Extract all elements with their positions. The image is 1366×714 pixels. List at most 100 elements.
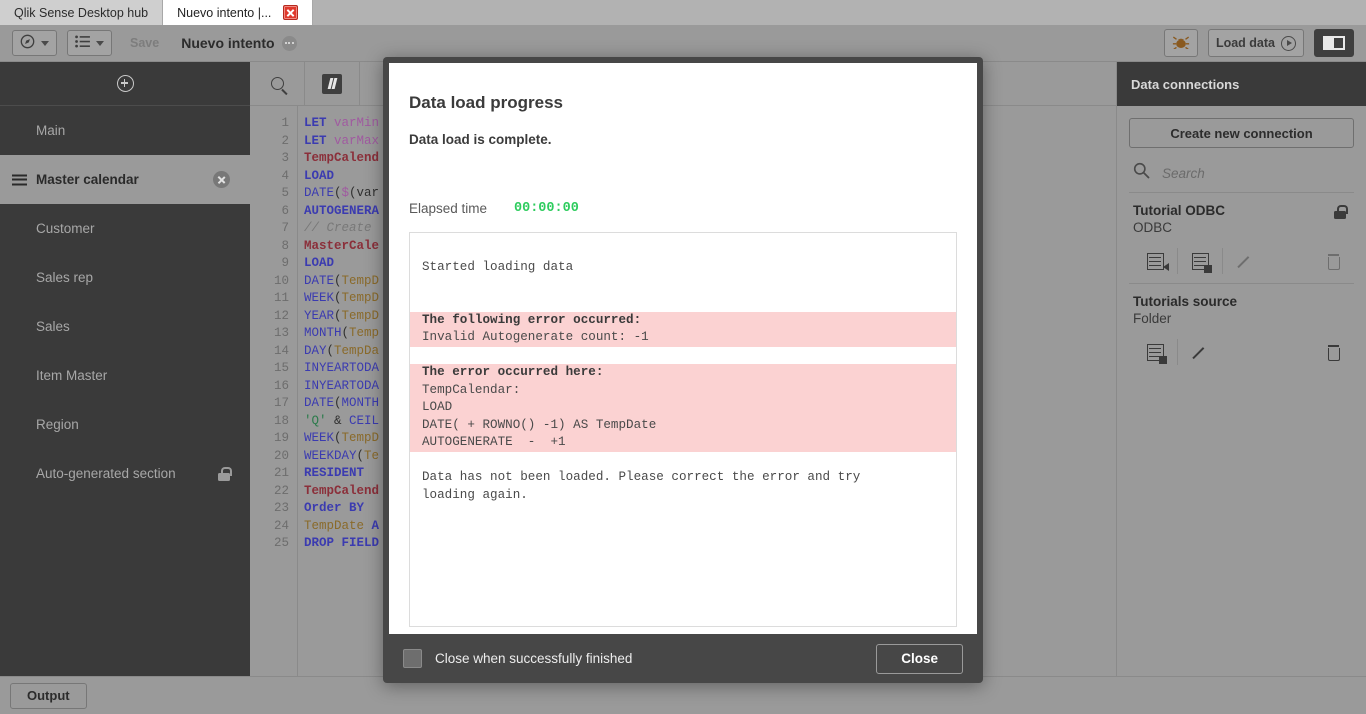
connection-name: Tutorial ODBC: [1133, 203, 1225, 218]
data-load-progress-dialog: Data load progress Data load is complete…: [383, 57, 983, 683]
browser-tab-hub[interactable]: Qlik Sense Desktop hub: [0, 0, 164, 25]
compass-icon: [20, 34, 35, 52]
editor-comment-button[interactable]: [305, 61, 360, 106]
delete-icon[interactable]: [1316, 339, 1350, 365]
save-button[interactable]: Save: [122, 30, 167, 56]
code-token: CEIL: [349, 413, 380, 428]
toggle-panel-button[interactable]: [1314, 29, 1354, 57]
code-token: MasterCale: [304, 238, 380, 253]
line-number: 25: [273, 536, 289, 550]
edit-icon[interactable]: [1223, 248, 1268, 274]
app-title-label: Nuevo intento: [181, 35, 275, 51]
navigation-menu-button[interactable]: [12, 30, 57, 56]
code-token: 'Q': [304, 413, 327, 428]
select-data-icon[interactable]: [1133, 339, 1178, 365]
sidebar-item-label: Master calendar: [36, 172, 139, 187]
connection-item-tutorials-source[interactable]: Tutorials source Folder: [1129, 283, 1354, 374]
sidebar-item-customer[interactable]: Customer: [0, 204, 250, 253]
close-circle-icon: [213, 171, 230, 188]
close-when-finished-label: Close when successfully finished: [435, 651, 633, 666]
code-token: TempDate: [304, 518, 372, 533]
code-token: DATE: [304, 273, 335, 288]
load-log-box[interactable]: Started loading data The following error…: [409, 232, 957, 627]
close-icon[interactable]: [283, 5, 299, 20]
code-token: LET: [304, 133, 335, 148]
log-line-error: AUTOGENERATE - +1: [410, 434, 956, 452]
debug-button[interactable]: [1163, 29, 1198, 57]
line-number: 23: [273, 501, 289, 515]
delete-section-button[interactable]: [213, 171, 230, 188]
drag-handle-icon[interactable]: [12, 174, 27, 185]
code-token: DROP FIELD: [304, 536, 380, 550]
load-data-button[interactable]: Load data: [1207, 29, 1304, 57]
sidebar-item-item-master[interactable]: Item Master: [0, 351, 250, 400]
line-number: 7: [281, 221, 289, 235]
line-number: 22: [273, 483, 289, 498]
code-token: YEAR: [304, 308, 335, 323]
browser-tab-app[interactable]: Nuevo intento |...: [163, 0, 314, 25]
search-icon: [270, 77, 284, 90]
add-section-button[interactable]: [0, 62, 250, 106]
connection-locked-indicator: [1334, 205, 1348, 224]
editor-search-button[interactable]: [250, 61, 305, 106]
delete-icon[interactable]: [1316, 248, 1350, 274]
qlik-sense-script-editor-window: Qlik Sense Desktop hub Nuevo intento |..…: [0, 0, 1366, 714]
close-button[interactable]: Close: [876, 643, 963, 674]
select-data-icon[interactable]: [1178, 248, 1223, 274]
insert-script-icon[interactable]: [1133, 248, 1178, 274]
search-input[interactable]: Search: [1162, 166, 1205, 181]
close-when-finished-checkbox[interactable]: [403, 649, 422, 668]
sidebar-item-sales[interactable]: Sales: [0, 302, 250, 351]
browser-tabstrip: Qlik Sense Desktop hub Nuevo intento |..…: [0, 0, 1366, 25]
edit-icon[interactable]: [1178, 339, 1223, 365]
log-line-error: The following error occurred:: [410, 311, 956, 329]
sidebar-item-main[interactable]: Main: [0, 106, 250, 155]
dialog-status-text: Data load is complete.: [409, 132, 552, 147]
connection-actions: [1133, 338, 1350, 366]
chevron-down-icon: [41, 40, 49, 46]
more-dots-icon[interactable]: [281, 35, 297, 51]
line-number: 11: [273, 291, 289, 305]
list-icon: [75, 35, 90, 51]
code-token: AUTOGENERA: [304, 203, 380, 218]
line-number: 3: [281, 151, 289, 165]
log-top-padding: [410, 233, 956, 259]
plus-circle-icon: [116, 75, 134, 92]
code-token: TempD: [341, 273, 380, 288]
sidebar-item-auto-generated-section[interactable]: Auto-generated section: [0, 449, 250, 498]
connections-search-row[interactable]: Search: [1129, 154, 1354, 192]
script-sections-sidebar: Main Master calendar Customer Sales rep …: [0, 62, 250, 676]
sidebar-item-sales-rep[interactable]: Sales rep: [0, 253, 250, 302]
line-number: 1: [281, 116, 289, 130]
code-token: Temp: [349, 326, 380, 340]
sheets-menu-button[interactable]: [67, 30, 112, 56]
log-line-error: TempCalendar:: [410, 381, 956, 399]
code-token: RESIDENT: [304, 466, 365, 480]
lock-icon: [1334, 205, 1348, 219]
toolbar-right-group: Load data: [1154, 29, 1354, 57]
debug-bug-icon: [1172, 35, 1190, 52]
panel-layout-icon: [1323, 36, 1345, 50]
sidebar-item-label: Sales rep: [36, 270, 94, 285]
code-token: &: [326, 413, 350, 428]
create-new-connection-button[interactable]: Create new connection: [1129, 118, 1354, 148]
page-title: Nuevo intento: [181, 35, 297, 51]
output-button[interactable]: Output: [10, 682, 87, 709]
code-token: MONTH: [304, 326, 342, 340]
code-token: (: [326, 343, 335, 358]
connection-item-tutorial-odbc[interactable]: Tutorial ODBC ODBC: [1129, 192, 1354, 283]
code-token: (: [341, 326, 350, 340]
sidebar-item-master-calendar[interactable]: Master calendar: [0, 155, 250, 204]
lock-icon: [218, 466, 232, 481]
code-token: (: [334, 273, 342, 288]
connection-type: ODBC: [1133, 220, 1173, 235]
elapsed-time-row: Elapsed time 00:00:00: [409, 201, 957, 216]
code-token: // Create: [304, 221, 372, 235]
sidebar-item-region[interactable]: Region: [0, 400, 250, 449]
log-line-error: LOAD: [410, 399, 956, 417]
sidebar-item-label: Region: [36, 417, 79, 432]
line-number: 17: [273, 396, 289, 410]
code-token: Order BY: [304, 501, 365, 515]
